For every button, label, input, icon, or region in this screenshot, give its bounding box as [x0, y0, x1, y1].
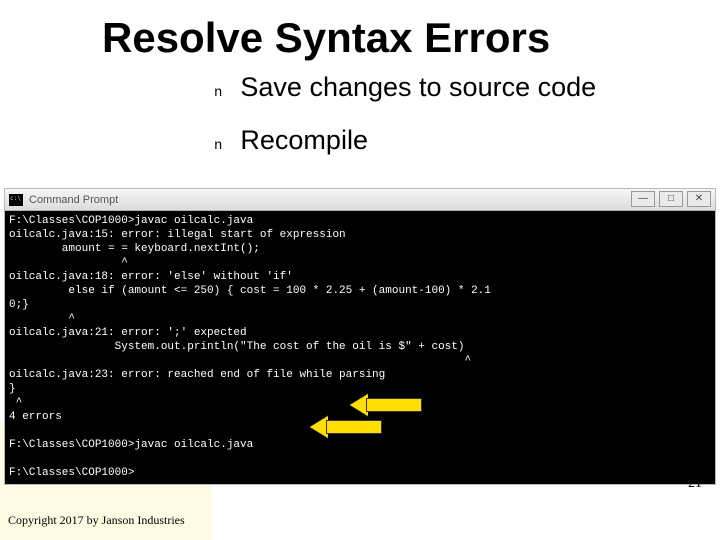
- copyright-text: Copyright 2017 by Janson Industries: [8, 513, 185, 528]
- terminal-line: ^: [9, 313, 75, 325]
- terminal-line: amount = = keyboard.nextInt();: [9, 243, 260, 255]
- terminal-line: 4 errors: [9, 411, 62, 423]
- terminal-line: oilcalc.java:15: error: illegal start of…: [9, 229, 346, 241]
- bullet-glyph: n: [214, 85, 222, 101]
- terminal-line: ^: [9, 257, 128, 269]
- terminal-line: else if (amount <= 250) { cost = 100 * 2…: [9, 285, 491, 297]
- command-prompt-window: Command Prompt — □ ✕ F:\Classes\COP1000>…: [4, 188, 716, 485]
- command-prompt-icon: [9, 194, 23, 206]
- terminal-line: oilcalc.java:18: error: 'else' without '…: [9, 271, 293, 283]
- slide-number: 21: [688, 476, 702, 492]
- terminal-line: oilcalc.java:21: error: ';' expected: [9, 327, 247, 339]
- terminal-line: System.out.println("The cost of the oil …: [9, 341, 464, 353]
- terminal-line: }: [9, 383, 16, 395]
- terminal-line: F:\Classes\COP1000>: [9, 467, 134, 479]
- list-item: n Recompile: [214, 125, 720, 156]
- window-buttons: — □ ✕: [631, 191, 711, 207]
- terminal-line: 0;}: [9, 299, 29, 311]
- window-title: Command Prompt: [29, 194, 118, 206]
- slide-title: Resolve Syntax Errors: [0, 0, 720, 68]
- bullet-glyph: n: [214, 138, 222, 154]
- callout-arrow-icon: [310, 416, 382, 438]
- minimize-button[interactable]: —: [631, 191, 655, 207]
- window-titlebar: Command Prompt — □ ✕: [5, 189, 715, 211]
- terminal-line: F:\Classes\COP1000>javac oilcalc.java: [9, 215, 253, 227]
- bullet-text: Recompile: [240, 125, 368, 156]
- bullet-list: n Save changes to source code n Recompil…: [0, 68, 720, 190]
- terminal-line: oilcalc.java:23: error: reached end of f…: [9, 369, 385, 381]
- bullet-text: Save changes to source code: [240, 72, 596, 103]
- close-button[interactable]: ✕: [687, 191, 711, 207]
- terminal-line: ^: [9, 397, 22, 409]
- terminal-line: ^: [9, 355, 471, 367]
- list-item: n Save changes to source code: [214, 72, 720, 103]
- terminal-line: F:\Classes\COP1000>javac oilcalc.java: [9, 439, 253, 451]
- callout-arrow-icon: [350, 394, 422, 416]
- maximize-button[interactable]: □: [659, 191, 683, 207]
- terminal-output: F:\Classes\COP1000>javac oilcalc.java oi…: [5, 211, 715, 484]
